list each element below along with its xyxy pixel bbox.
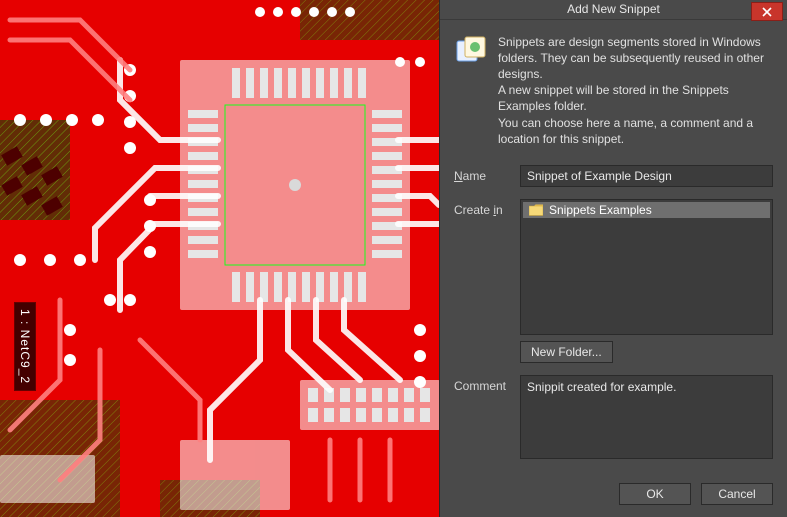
close-icon: [762, 7, 772, 17]
dialog-titlebar: Add New Snippet: [440, 0, 787, 20]
net-label: 1 : NetC9_2: [14, 302, 36, 391]
intro-line-1: Snippets are design segments stored in W…: [498, 34, 773, 83]
close-button[interactable]: [751, 2, 783, 21]
comment-textarea[interactable]: [520, 375, 773, 459]
cancel-button[interactable]: Cancel: [701, 483, 773, 505]
ok-button[interactable]: OK: [619, 483, 691, 505]
create-in-label: Create in: [454, 199, 510, 217]
dialog-title: Add New Snippet: [567, 2, 660, 16]
intro-line-3: You can choose here a name, a comment an…: [498, 115, 773, 147]
tree-item-label: Snippets Examples: [549, 203, 652, 217]
folder-icon: [529, 204, 543, 216]
pcb-svg: [0, 0, 439, 517]
name-label: Name: [454, 165, 510, 183]
new-folder-button[interactable]: New Folder...: [520, 341, 613, 363]
folder-tree[interactable]: Snippets Examples: [520, 199, 773, 335]
name-input[interactable]: [520, 165, 773, 187]
pcb-canvas: 1 : NetC9_2: [0, 0, 439, 517]
intro-text: Snippets are design segments stored in W…: [498, 34, 773, 147]
intro-line-2: A new snippet will be stored in the Snip…: [498, 82, 773, 114]
comment-label: Comment: [454, 375, 510, 393]
tree-item-snippets-examples[interactable]: Snippets Examples: [523, 202, 770, 218]
snippet-icon: [454, 34, 488, 68]
add-new-snippet-dialog: Add New Snippet Snippets are design segm…: [439, 0, 787, 517]
